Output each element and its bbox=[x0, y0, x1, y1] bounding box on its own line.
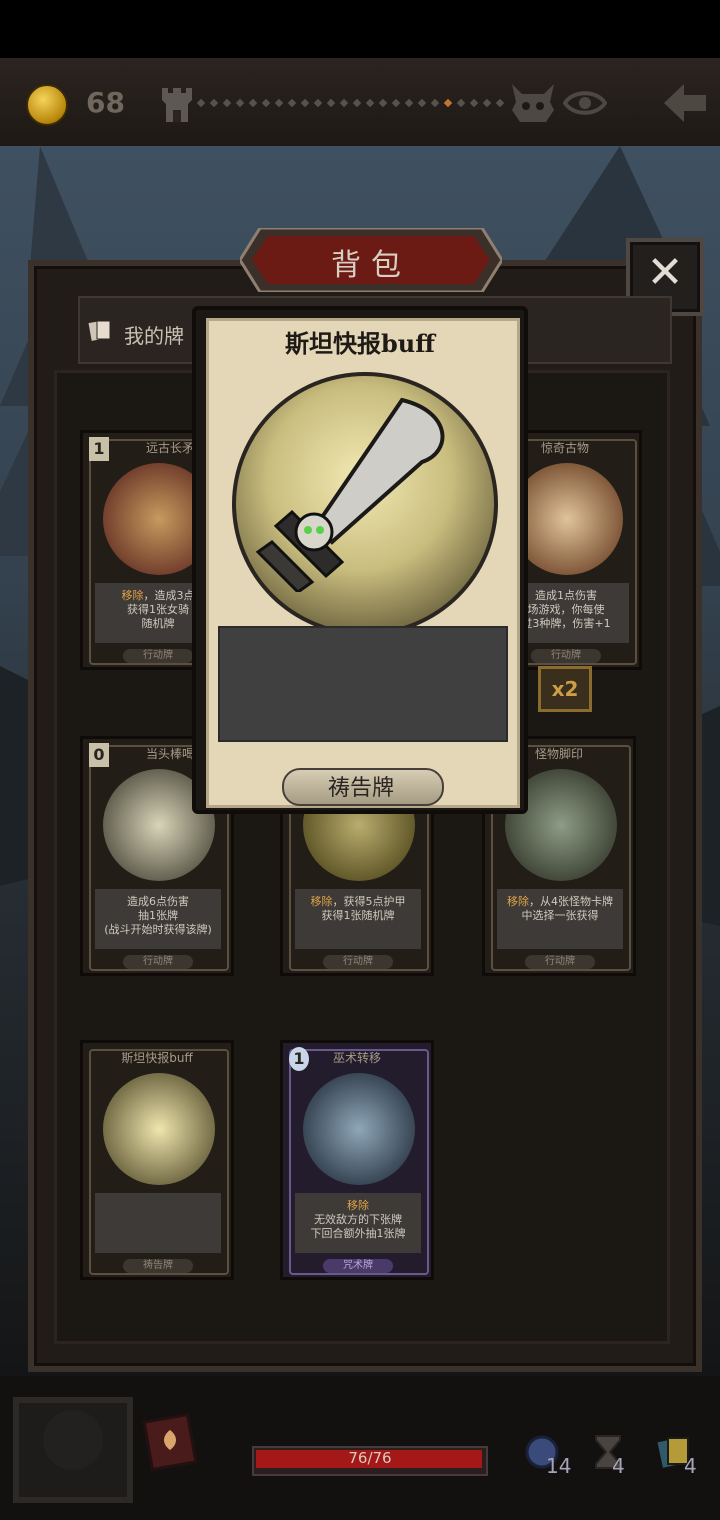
card-keyword: 移除 bbox=[347, 1199, 369, 1212]
card-art bbox=[303, 1073, 415, 1185]
card-art bbox=[103, 1073, 215, 1185]
card-type: 行动牌 bbox=[531, 649, 601, 663]
tab-my-cards[interactable]: 我的牌 bbox=[124, 320, 184, 349]
back-arrow-icon[interactable] bbox=[660, 80, 710, 126]
boss-icon bbox=[512, 84, 554, 122]
deck-count: 4 bbox=[684, 1454, 697, 1478]
coin-icon bbox=[26, 84, 68, 126]
cards-icon bbox=[88, 320, 111, 341]
card-description: ，从4张怪物卡牌 中选择一张获得 bbox=[521, 895, 614, 922]
gem-count: 14 bbox=[546, 1454, 572, 1478]
card-type: 行动牌 bbox=[123, 955, 193, 969]
card-type: 行动牌 bbox=[525, 955, 595, 969]
spellbook-icon[interactable] bbox=[140, 1408, 204, 1472]
eye-icon[interactable] bbox=[563, 88, 607, 118]
card-detail-type: 祷告牌 bbox=[327, 776, 394, 801]
deck-portrait[interactable] bbox=[10, 1380, 136, 1504]
card-detail-title: 斯坦快报buff bbox=[285, 329, 435, 358]
card-description: 无效敌方的下张牌 下回合额外抽1张牌 bbox=[310, 1213, 406, 1240]
card-keyword: 移除 bbox=[121, 589, 144, 602]
count-badge: x2 bbox=[538, 666, 592, 712]
hp-value: 76/76 bbox=[348, 1449, 392, 1467]
card-description: 造成1点伤害 场游戏，你每使 过3种牌，伤害+1 bbox=[521, 589, 611, 630]
map-path-progress bbox=[196, 98, 508, 108]
sword-icon bbox=[255, 397, 445, 592]
page-title: 背包 bbox=[331, 248, 411, 283]
status-bar bbox=[0, 0, 720, 58]
card-description: 造成6点伤害 抽1张牌 (战斗开始时获得该牌) bbox=[104, 895, 212, 936]
card-keyword: 移除 bbox=[310, 895, 333, 908]
card-name: 斯坦快报buff bbox=[121, 1051, 193, 1065]
card-detail-description bbox=[218, 626, 508, 742]
card-type: 行动牌 bbox=[123, 649, 193, 663]
card-type: 祷告牌 bbox=[123, 1259, 193, 1273]
card-keyword: 移除 bbox=[507, 895, 529, 908]
card-item[interactable]: 斯坦快报buff 祷告牌 bbox=[80, 1040, 234, 1280]
card-item[interactable]: 1 巫术转移 移除 无效敌方的下张牌 下回合额外抽1张牌 咒术牌 bbox=[280, 1040, 434, 1280]
card-name: 巫术转移 bbox=[332, 1051, 381, 1065]
turn-count: 4 bbox=[612, 1454, 625, 1478]
castle-icon bbox=[162, 88, 192, 122]
card-type: 行动牌 bbox=[323, 955, 393, 969]
coin-count: 68 bbox=[86, 86, 125, 119]
card-description: ，获得5点护甲 获得1张随机牌 bbox=[321, 895, 406, 922]
card-type: 咒术牌 bbox=[323, 1259, 393, 1273]
